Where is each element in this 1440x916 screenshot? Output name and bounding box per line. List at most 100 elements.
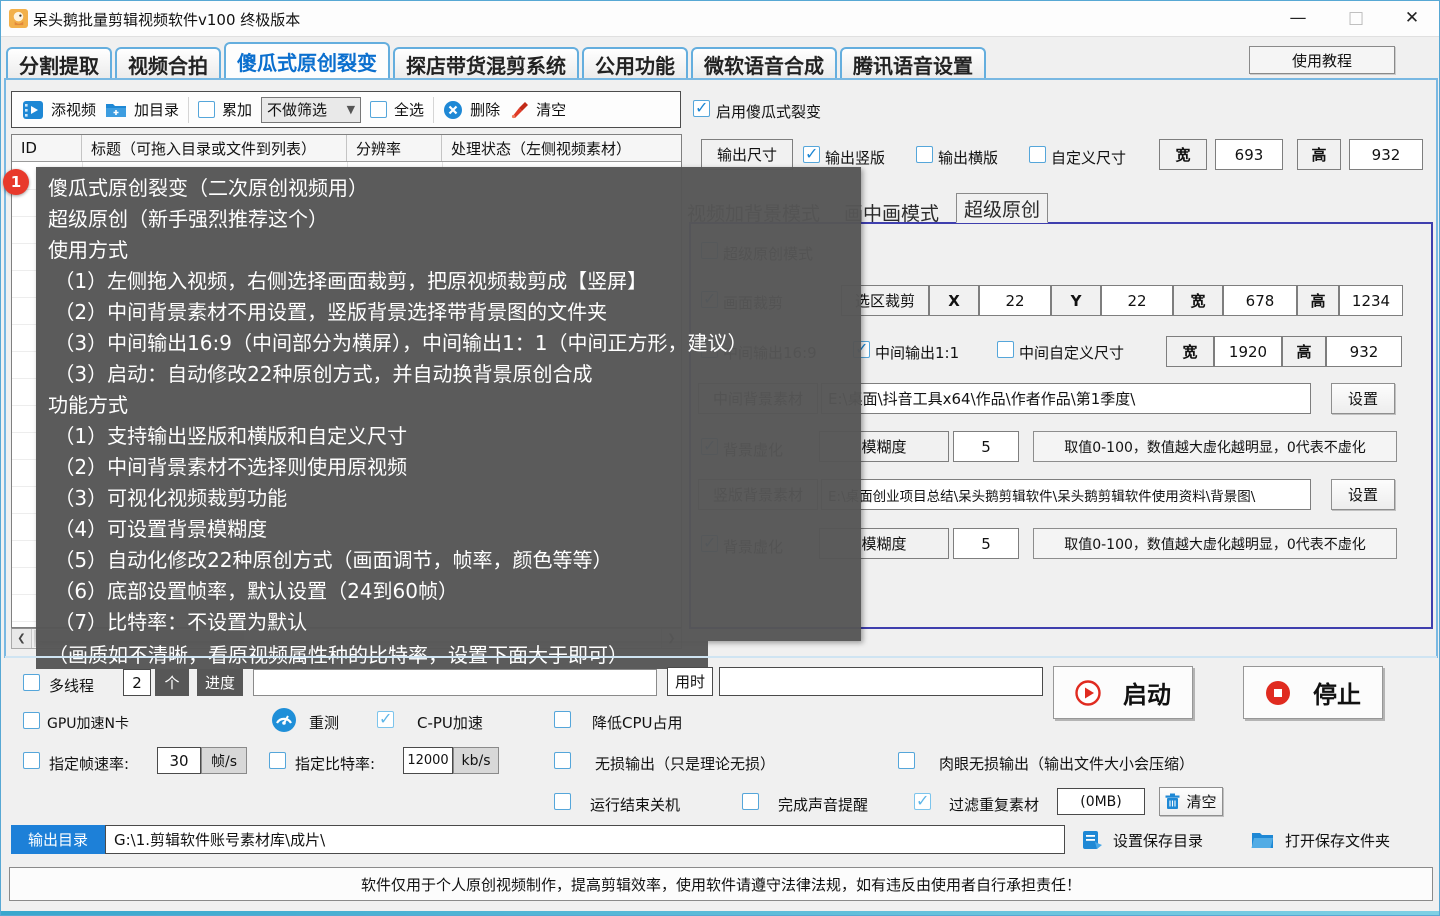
output-path-input[interactable]: G:\1.剪辑软件账号素材库\成片\ (105, 825, 1065, 854)
help-tooltip-tail: （画质如不清晰，看原视频属性种的比特率，设置下面大于即可） (36, 641, 708, 669)
crop-width-input[interactable]: 678 (1223, 285, 1297, 316)
output-horizontal-checkbox[interactable] (916, 146, 933, 163)
custom-size-checkbox[interactable] (1029, 146, 1046, 163)
tooltip-line: （1）支持输出竖版和横版和自定义尺寸 (48, 421, 849, 452)
clear-dup-label: 清空 (1186, 791, 1216, 812)
accumulate-checkbox-box[interactable] (198, 101, 215, 118)
column-header-id[interactable]: ID (12, 135, 82, 161)
maximize-button[interactable]: □ (1333, 3, 1379, 33)
tooltip-line: （1）左侧拖入视频，右侧选择画面裁剪，把原视频裁剪成【竖屏】 (48, 266, 849, 297)
thread-unit-label: 个 (155, 669, 189, 696)
crop-y-input[interactable]: 22 (1101, 285, 1173, 316)
tutorial-button[interactable]: 使用教程 (1249, 46, 1395, 74)
visual-lossless-checkbox[interactable] (898, 752, 915, 769)
visual-lossless-label: 肉眼无损输出（输出文件大小会压缩） (939, 753, 1194, 774)
mid-11-label: 中间输出1:1 (875, 342, 959, 363)
app-icon (9, 9, 28, 28)
multithread-checkbox[interactable] (23, 674, 40, 691)
tooltip-line: （3）中间输出16:9（中间部分为横屏），中间输出1：1（中间正方形，建议） (48, 328, 849, 359)
thread-count-input[interactable]: 2 (123, 669, 151, 696)
clear-list-button[interactable]: 清空 (509, 99, 566, 120)
video-icon (22, 100, 44, 120)
bitrate-checkbox[interactable] (269, 752, 286, 769)
lower-cpu-label: 降低CPU占用 (592, 712, 683, 733)
step-badge: 1 (3, 169, 29, 195)
tab-super-original[interactable]: 超级原创 (956, 193, 1048, 223)
elapsed-time-input[interactable] (719, 667, 1043, 696)
progress-label: 进度 (197, 669, 243, 696)
speedometer-icon[interactable] (271, 707, 297, 733)
lossless-checkbox[interactable] (554, 752, 571, 769)
output-dir-button[interactable]: 输出目录 (11, 825, 105, 854)
stop-button[interactable]: 停止 (1243, 666, 1383, 719)
fps-checkbox[interactable] (23, 752, 40, 769)
output-vertical-checkbox[interactable] (803, 146, 820, 163)
mid-bg-path-input[interactable]: E:\桌面\抖音工具x64\作品\作者作品\第1季度\ (821, 383, 1311, 414)
gpu-accel-checkbox[interactable] (23, 712, 40, 729)
filter-dup-checkbox[interactable] (914, 793, 931, 810)
multithread-label: 多线程 (49, 675, 94, 696)
column-header-status[interactable]: 处理状态（左侧视频素材） (442, 135, 681, 161)
close-button[interactable]: ✕ (1389, 3, 1435, 33)
save-settings-icon[interactable] (1081, 829, 1103, 851)
crop-height-input[interactable]: 1234 (1339, 285, 1403, 316)
tooltip-line: （2）中间背景素材不选择则使用原视频 (48, 452, 849, 483)
add-directory-button[interactable]: 加目录 (105, 99, 179, 120)
column-header-resolution[interactable]: 分辨率 (347, 135, 442, 161)
sound-alert-checkbox[interactable] (742, 793, 759, 810)
tab-split-extract[interactable]: 分割提取 (6, 47, 112, 79)
blur2-value-input[interactable]: 5 (953, 528, 1019, 559)
tab-foolproof-fission[interactable]: 傻瓜式原创裂变 (224, 42, 390, 79)
tab-store-mix[interactable]: 探店带货混剪系统 (393, 47, 579, 79)
filter-select[interactable]: 不做筛选 ▼ (261, 97, 361, 123)
output-size-button[interactable]: 输出尺寸 (701, 139, 793, 170)
tooltip-line: （6）底部设置帧率，默认设置（24到60帧） (48, 576, 849, 607)
scroll-left-arrow[interactable]: ❮ (12, 629, 32, 648)
open-folder-label[interactable]: 打开保存文件夹 (1285, 830, 1390, 851)
filter-select-value: 不做筛选 (267, 99, 327, 120)
mid-height-input[interactable]: 932 (1326, 336, 1402, 367)
tooltip-line: （4）可设置背景模糊度 (48, 514, 849, 545)
clear-dup-button[interactable]: 清空 (1159, 787, 1223, 816)
vert-bg-path-input[interactable]: E:\桌面创业项目总结\呆头鹅剪辑软件\呆头鹅剪辑软件使用资料\背景图\ (821, 479, 1311, 510)
blur1-value-input[interactable]: 5 (953, 431, 1019, 462)
output-width-input[interactable]: 693 (1215, 139, 1283, 170)
lower-cpu-checkbox[interactable] (554, 711, 571, 728)
cpu-accel-checkbox[interactable] (377, 711, 394, 728)
tab-ms-tts[interactable]: 微软语音合成 (691, 47, 837, 79)
add-directory-label: 加目录 (134, 99, 179, 120)
tab-common-functions[interactable]: 公用功能 (582, 47, 688, 79)
column-header-title[interactable]: 标题（可拖入目录或文件到列表） (82, 135, 347, 161)
select-all-checkbox-box[interactable] (370, 101, 387, 118)
bitrate-label: 指定比特率: (295, 753, 375, 774)
mid-width-input[interactable]: 1920 (1214, 336, 1282, 367)
tab-tencent-tts[interactable]: 腾讯语音设置 (840, 47, 986, 79)
save-settings-label[interactable]: 设置保存目录 (1113, 830, 1203, 851)
shutdown-checkbox[interactable] (554, 793, 571, 810)
start-button[interactable]: 启动 (1053, 666, 1193, 719)
vert-bg-set-button[interactable]: 设置 (1331, 479, 1395, 510)
crop-x-input[interactable]: 22 (979, 285, 1051, 316)
mid-custom-checkbox[interactable] (997, 341, 1014, 358)
fps-input[interactable]: 30 (157, 747, 201, 774)
tab-video-duet[interactable]: 视频合拍 (115, 47, 221, 79)
enable-fission-checkbox[interactable] (693, 100, 710, 117)
tooltip-line: 使用方式 (48, 235, 849, 266)
lossless-label: 无损输出（只是理论无损） (595, 753, 775, 774)
height-label: 高 (1297, 139, 1341, 170)
mid-bg-set-button[interactable]: 设置 (1331, 383, 1395, 414)
delete-button[interactable]: 删除 (443, 99, 500, 120)
output-height-input[interactable]: 932 (1349, 139, 1423, 170)
folder-plus-icon (105, 101, 127, 119)
minimize-button[interactable]: — (1275, 3, 1321, 33)
add-video-button[interactable]: 添视频 (22, 99, 96, 120)
tooltip-line: （3）启动：自动修改22种原创方式，并自动换背景原创合成 (48, 359, 849, 390)
bitrate-input[interactable]: 12000 (403, 747, 453, 774)
retest-label[interactable]: 重测 (309, 712, 339, 733)
select-all-checkbox[interactable]: 全选 (370, 99, 424, 120)
table-header-row: ID 标题（可拖入目录或文件到列表） 分辨率 处理状态（左侧视频素材） (12, 135, 681, 162)
open-folder-icon[interactable] (1251, 830, 1274, 849)
trash-icon (1165, 793, 1180, 810)
shutdown-label: 运行结束关机 (590, 794, 680, 815)
accumulate-checkbox[interactable]: 累加 (198, 99, 252, 120)
